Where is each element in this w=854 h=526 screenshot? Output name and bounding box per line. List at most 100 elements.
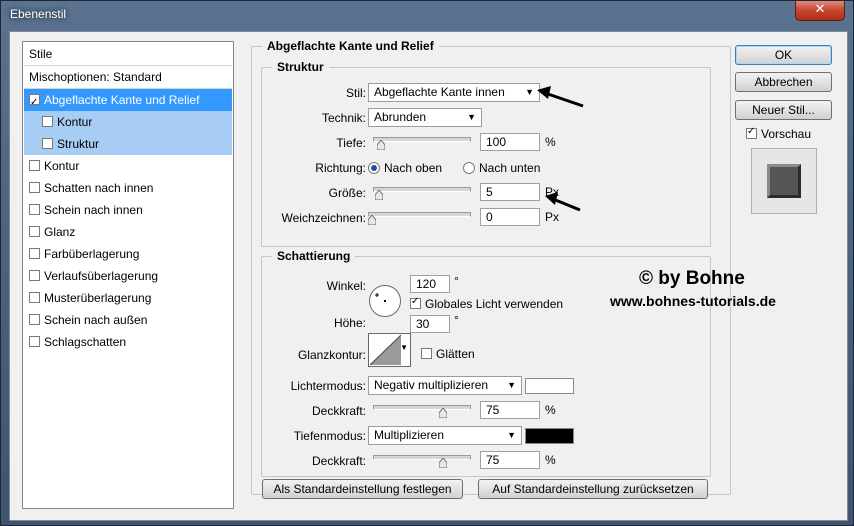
checkbox-icon: [421, 348, 432, 360]
style-list-item-label: Musterüberlagerung: [44, 291, 152, 305]
global-light-checkbox[interactable]: Globales Licht verwenden: [410, 296, 564, 311]
shadow-opacity-slider[interactable]: [373, 455, 471, 460]
highlight-color-swatch[interactable]: [525, 378, 574, 394]
depth-label: Tiefe:: [336, 136, 366, 150]
soften-slider-thumb[interactable]: [368, 215, 376, 225]
chevron-down-icon: ▼: [507, 380, 516, 390]
reset-default-button[interactable]: Auf Standardeinstellung zurücksetzen: [478, 479, 708, 499]
global-light-label: Globales Licht verwenden: [425, 297, 564, 311]
style-list-item-label: Schein nach innen: [44, 203, 143, 217]
checkbox-icon[interactable]: [29, 182, 40, 194]
soften-label: Weichzeichnen:: [281, 211, 367, 225]
highlight-opacity-slider[interactable]: [373, 405, 471, 410]
depth-input[interactable]: 100: [480, 133, 540, 151]
technique-dropdown[interactable]: Abrunden ▼: [368, 108, 482, 127]
contour-preview-icon: [370, 335, 401, 365]
checkbox-icon[interactable]: [29, 160, 40, 172]
soften-slider[interactable]: [368, 212, 471, 217]
checkbox-icon[interactable]: [29, 336, 40, 348]
watermark-title: © by Bohne: [639, 268, 745, 289]
checkbox-icon[interactable]: [29, 270, 40, 282]
checkbox-icon[interactable]: [29, 314, 40, 326]
checkbox-checked-icon: [746, 126, 757, 140]
shadow-opacity-thumb[interactable]: [439, 458, 447, 468]
structure-group: Struktur Stil: Abgeflachte Kante innen ▼…: [261, 60, 711, 247]
style-list-item[interactable]: Schein nach innen: [24, 199, 232, 221]
checkbox-icon[interactable]: [29, 204, 40, 216]
gloss-contour-picker[interactable]: ▼: [368, 333, 411, 367]
checkbox-icon[interactable]: [29, 248, 40, 260]
soften-input[interactable]: 0: [480, 208, 540, 226]
angle-input[interactable]: 120: [410, 275, 450, 293]
style-list-item-label: Struktur: [57, 137, 100, 151]
shadow-mode-dropdown[interactable]: Multiplizieren ▼: [368, 426, 522, 445]
style-dropdown-value: Abgeflachte Kante innen: [374, 85, 505, 99]
make-default-button[interactable]: Als Standardeinstellung festlegen: [262, 479, 463, 499]
style-list-item[interactable]: Kontur: [24, 111, 232, 133]
depth-slider[interactable]: [373, 137, 471, 142]
highlight-opacity-input[interactable]: 75: [480, 401, 540, 419]
blending-options-item[interactable]: Mischoptionen: Standard: [29, 66, 237, 88]
annotation-arrow-icon: [545, 192, 581, 212]
style-list-item-label: Glanz: [44, 225, 76, 239]
shadow-color-swatch[interactable]: [525, 428, 574, 444]
size-label: Größe:: [328, 186, 366, 200]
depth-unit: %: [545, 135, 556, 149]
size-input[interactable]: 5: [480, 183, 540, 201]
checkbox-checked-icon[interactable]: [29, 92, 40, 114]
size-slider-thumb[interactable]: [374, 190, 383, 200]
style-list-header[interactable]: Stile: [29, 43, 237, 65]
checkbox-checked-icon: [410, 296, 421, 310]
cancel-button[interactable]: Abbrechen: [735, 72, 832, 92]
chevron-down-icon: ▼: [525, 87, 534, 97]
angle-unit: °: [454, 274, 459, 288]
ok-button[interactable]: OK: [735, 45, 832, 65]
style-list-item[interactable]: Kontur: [24, 155, 232, 177]
angle-dial[interactable]: [369, 285, 401, 317]
shadow-mode-value: Multiplizieren: [374, 428, 445, 442]
shadow-opacity-input[interactable]: 75: [480, 451, 540, 469]
style-list-item[interactable]: Glanz: [24, 221, 232, 243]
checkbox-icon[interactable]: [42, 116, 53, 128]
style-list-item[interactable]: Schlagschatten: [24, 331, 232, 353]
style-list-item-label: Abgeflachte Kante und Relief: [44, 93, 200, 107]
style-list-item[interactable]: Verlaufsüberlagerung: [24, 265, 232, 287]
highlight-opacity-thumb[interactable]: [439, 408, 447, 418]
shadow-opacity-unit: %: [545, 453, 556, 467]
chevron-down-icon: ▼: [507, 430, 516, 440]
style-list-item[interactable]: Schein nach außen: [24, 309, 232, 331]
direction-up-radio[interactable]: Nach oben: [368, 161, 442, 175]
style-list-item-label: Kontur: [57, 115, 93, 129]
antialiased-checkbox[interactable]: Glätten: [421, 347, 475, 361]
shadow-opacity-label: Deckkraft:: [311, 454, 366, 468]
preview-checkbox[interactable]: Vorschau: [746, 126, 811, 141]
style-list-item[interactable]: Musterüberlagerung: [24, 287, 232, 309]
title-bar[interactable]: Ebenenstil ✕: [1, 1, 853, 31]
new-style-button[interactable]: Neuer Stil...: [735, 100, 832, 120]
shadow-mode-label: Tiefenmodus:: [293, 429, 366, 443]
radio-off-icon: [463, 161, 475, 174]
style-list-item[interactable]: Farbüberlagerung: [24, 243, 232, 265]
style-list-item-label: Verlaufsüberlagerung: [44, 269, 159, 283]
depth-slider-thumb[interactable]: [377, 140, 386, 150]
altitude-input[interactable]: 30: [410, 315, 450, 333]
watermark-url: www.bohnes-tutorials.de: [610, 293, 776, 309]
size-slider[interactable]: [373, 187, 471, 192]
style-list-item[interactable]: Struktur: [24, 133, 232, 155]
checkbox-icon[interactable]: [42, 138, 53, 150]
style-list-item[interactable]: Schatten nach innen: [24, 177, 232, 199]
close-button[interactable]: ✕: [795, 1, 845, 21]
direction-down-radio[interactable]: Nach unten: [463, 161, 540, 175]
style-label: Stil:: [345, 86, 366, 100]
checkbox-icon[interactable]: [29, 292, 40, 304]
chevron-down-icon: ▼: [467, 112, 476, 122]
radio-on-icon: [368, 161, 380, 174]
chevron-down-icon: ▼: [400, 343, 408, 352]
structure-legend: Struktur: [272, 60, 329, 74]
highlight-mode-dropdown[interactable]: Negativ multiplizieren ▼: [368, 376, 522, 395]
checkbox-icon[interactable]: [29, 226, 40, 238]
style-dropdown[interactable]: Abgeflachte Kante innen ▼: [368, 83, 540, 102]
crosshair-icon: [375, 293, 386, 302]
style-list-item[interactable]: Abgeflachte Kante und Relief: [24, 89, 232, 114]
direction-label: Richtung:: [315, 161, 366, 175]
